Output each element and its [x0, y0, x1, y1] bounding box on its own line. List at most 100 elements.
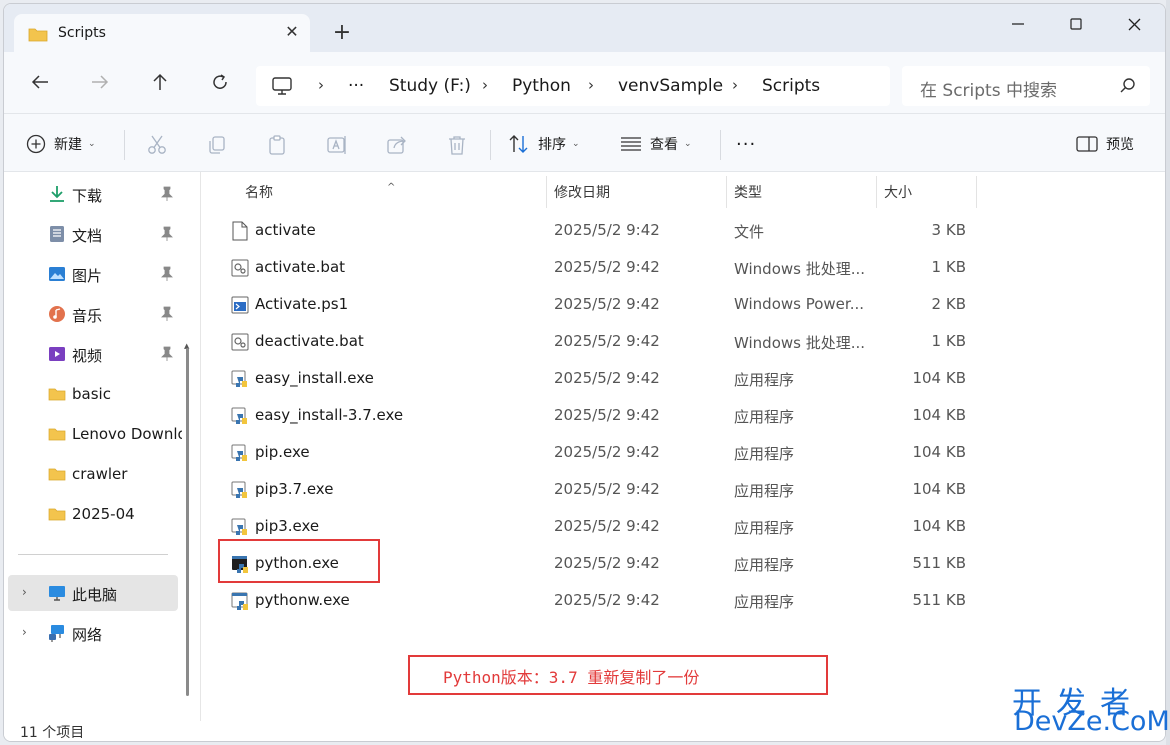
column-header-type[interactable]: 类型	[734, 182, 762, 202]
sidebar-item-crawler[interactable]: crawler	[8, 456, 178, 492]
breadcrumb-venvsample[interactable]: venvSample	[618, 76, 723, 96]
sort-label: 排序	[538, 137, 566, 153]
file-row[interactable]: pip3.7.exe 2025/5/2 9:42 应用程序 104 KB	[201, 471, 981, 508]
chevron-right-icon: ›	[732, 76, 738, 94]
file-name: pythonw.exe	[255, 591, 350, 609]
file-type: 应用程序	[734, 593, 795, 611]
file-row[interactable]: activate 2025/5/2 9:42 文件 3 KB	[201, 212, 981, 249]
powershell-file-icon	[231, 295, 249, 315]
column-header-name[interactable]: 名称	[245, 182, 273, 202]
search-input[interactable]: 在 Scripts 中搜索	[902, 66, 1150, 106]
document-icon	[50, 226, 64, 242]
file-date: 2025/5/2 9:42	[554, 295, 660, 313]
maximize-button[interactable]	[1046, 4, 1106, 44]
sidebar-item-2025-04[interactable]: 2025-04	[8, 496, 178, 532]
file-row[interactable]: pip.exe 2025/5/2 9:42 应用程序 104 KB	[201, 434, 981, 471]
address-bar[interactable]: › ··· Study (F:) › Python › venvSample ›…	[256, 66, 890, 106]
paste-icon[interactable]	[266, 134, 288, 156]
search-placeholder: 在 Scripts 中搜索	[920, 81, 1057, 101]
new-tab-button[interactable]: +	[330, 22, 354, 46]
copy-icon[interactable]	[206, 134, 228, 156]
pin-icon[interactable]	[160, 226, 174, 242]
divider	[124, 130, 125, 160]
file-row[interactable]: activate.bat 2025/5/2 9:42 Windows 批处理... 1…	[201, 249, 981, 286]
breadcrumb-drive[interactable]: Study (F:)	[389, 76, 471, 96]
file-date: 2025/5/2 9:42	[554, 258, 660, 276]
minimize-button[interactable]	[988, 4, 1048, 44]
tab-close-button[interactable]: ✕	[280, 20, 304, 44]
sidebar-item-label: 此电脑	[72, 586, 118, 604]
column-headers: 名称 ^ 修改日期 类型 大小	[201, 172, 981, 208]
new-button[interactable]: 新建 ⌄	[26, 131, 96, 157]
up-button[interactable]	[146, 68, 174, 96]
sidebar-scrollbar[interactable]	[186, 348, 189, 696]
title-bar: Scripts ✕ +	[4, 4, 1165, 54]
tab-scripts[interactable]: Scripts ✕	[14, 14, 310, 54]
pin-icon[interactable]	[160, 266, 174, 282]
file-type: 文件	[734, 223, 765, 241]
file-row[interactable]: easy_install-3.7.exe 2025/5/2 9:42 应用程序 104…	[201, 397, 981, 434]
divider	[490, 130, 491, 160]
breadcrumb-more[interactable]: ···	[348, 76, 364, 96]
pin-icon[interactable]	[160, 346, 174, 362]
file-row[interactable]: deactivate.bat 2025/5/2 9:42 Windows 批处理..…	[201, 323, 981, 360]
sidebar-item-documents[interactable]: 文档	[8, 216, 178, 252]
arrow-up-icon	[153, 73, 167, 90]
pin-icon[interactable]	[160, 186, 174, 202]
explorer-window: Scripts ✕ + › ··· Study (F:) › Python › …	[3, 3, 1166, 742]
share-icon[interactable]	[386, 134, 408, 156]
sidebar-item-this-pc[interactable]: › 此电脑	[8, 575, 178, 611]
sidebar-item-videos[interactable]: 视频	[8, 336, 178, 372]
file-size: 511 KB	[912, 591, 966, 609]
navigation-pane: 下载 文档 图片 音乐 视频 basic Lenovo Downl crawle…	[4, 172, 200, 721]
preview-pane-icon	[1076, 136, 1098, 152]
sidebar-divider	[18, 554, 168, 555]
sidebar-item-downloads[interactable]: 下载	[8, 176, 178, 212]
column-divider[interactable]	[726, 176, 727, 208]
sidebar-item-lenovo-downloads[interactable]: Lenovo Downloads	[8, 416, 182, 452]
file-row[interactable]: Activate.ps1 2025/5/2 9:42 Windows Power..…	[201, 286, 981, 323]
python-exe-icon	[231, 369, 249, 389]
file-list: 名称 ^ 修改日期 类型 大小 activate 2025/5/2 9:42 文件 3…	[200, 172, 1165, 721]
arrow-left-icon	[31, 75, 48, 89]
view-button[interactable]: 查看 ⌄	[620, 131, 692, 157]
refresh-button[interactable]	[206, 68, 234, 96]
file-type: 应用程序	[734, 482, 795, 500]
file-name: Activate.ps1	[255, 295, 349, 313]
file-date: 2025/5/2 9:42	[554, 554, 660, 572]
folder-icon	[28, 28, 48, 42]
sidebar-item-basic[interactable]: basic	[8, 376, 178, 412]
column-header-date[interactable]: 修改日期	[554, 182, 610, 202]
delete-icon[interactable]	[446, 134, 468, 156]
forward-button[interactable]	[86, 68, 114, 96]
chevron-down-icon: ⌄	[572, 139, 580, 149]
sort-button[interactable]: 排序 ⌄	[508, 131, 580, 157]
file-date: 2025/5/2 9:42	[554, 480, 660, 498]
chevron-right-icon[interactable]: ›	[22, 585, 27, 599]
column-divider[interactable]	[876, 176, 877, 208]
column-divider[interactable]	[546, 176, 547, 208]
python-exe-icon	[231, 517, 249, 537]
chevron-right-icon[interactable]: ›	[22, 625, 27, 639]
preview-button[interactable]: 预览	[1076, 131, 1134, 157]
pin-icon[interactable]	[160, 306, 174, 322]
refresh-icon	[213, 74, 227, 89]
file-size: 104 KB	[912, 406, 966, 424]
sidebar-item-pictures[interactable]: 图片	[8, 256, 178, 292]
breadcrumb-python[interactable]: Python	[512, 76, 571, 96]
folder-icon	[48, 388, 66, 401]
more-options-button[interactable]: ···	[736, 131, 756, 157]
column-header-size[interactable]: 大小	[884, 182, 912, 202]
back-button[interactable]	[26, 68, 54, 96]
rename-icon[interactable]	[326, 134, 348, 156]
close-window-button[interactable]	[1104, 4, 1164, 44]
sidebar-item-music[interactable]: 音乐	[8, 296, 178, 332]
file-size: 2 KB	[931, 295, 966, 313]
cut-icon[interactable]	[146, 134, 168, 156]
column-divider[interactable]	[976, 176, 977, 208]
file-row[interactable]: pythonw.exe 2025/5/2 9:42 应用程序 511 KB	[201, 582, 981, 619]
sidebar-item-network[interactable]: › 网络	[8, 615, 178, 651]
file-row[interactable]: easy_install.exe 2025/5/2 9:42 应用程序 104 KB	[201, 360, 981, 397]
breadcrumb-scripts[interactable]: Scripts	[762, 76, 820, 96]
download-icon	[50, 186, 64, 202]
